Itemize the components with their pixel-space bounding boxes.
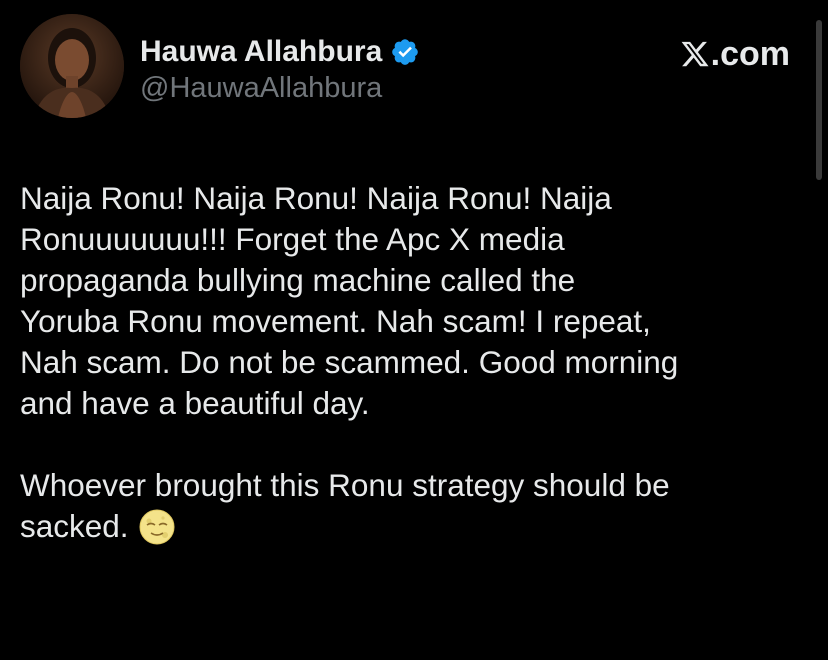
tweet-header: Hauwa Allahbura @HauwaAllahbura .com: [20, 14, 808, 124]
tweet-line: Ronuuuuuuu!!! Forget the Apc X media: [20, 221, 565, 257]
tweet-line-last: sacked.: [20, 506, 820, 555]
tweet-line: and have a beautiful day.: [20, 385, 370, 421]
author-display-name[interactable]: Hauwa Allahbura: [140, 35, 382, 69]
tweet-line: Naija Ronu! Naija Ronu! Naija Ronu! Naij…: [20, 180, 612, 216]
author-handle[interactable]: @HauwaAllahbura: [140, 72, 382, 105]
profile-photo-icon: [20, 14, 124, 118]
author-name-row: Hauwa Allahbura: [140, 34, 420, 70]
tweet-line: Nah scam. Do not be scammed. Good mornin…: [20, 344, 679, 380]
verified-badge-icon: [390, 37, 420, 67]
tweet-line-text: sacked.: [20, 508, 129, 544]
new-moon-face-emoji-icon: [139, 509, 175, 555]
tweet-line: propaganda bullying machine called the: [20, 262, 576, 298]
tweet-line: Yoruba Ronu movement. Nah scam! I repeat…: [20, 303, 651, 339]
tweet-paragraph-2: Whoever brought this Ronu strategy shoul…: [20, 465, 820, 555]
tweet-text: Naija Ronu! Naija Ronu! Naija Ronu! Naij…: [20, 178, 820, 555]
x-logo-icon: [680, 39, 710, 69]
tweet-line: Whoever brought this Ronu strategy shoul…: [20, 467, 670, 503]
x-brand: .com: [680, 34, 790, 74]
brand-domain-text: .com: [710, 34, 790, 73]
scrollbar[interactable]: [816, 20, 822, 180]
tweet-paragraph-1: Naija Ronu! Naija Ronu! Naija Ronu! Naij…: [20, 178, 820, 424]
author-avatar[interactable]: [20, 14, 124, 118]
